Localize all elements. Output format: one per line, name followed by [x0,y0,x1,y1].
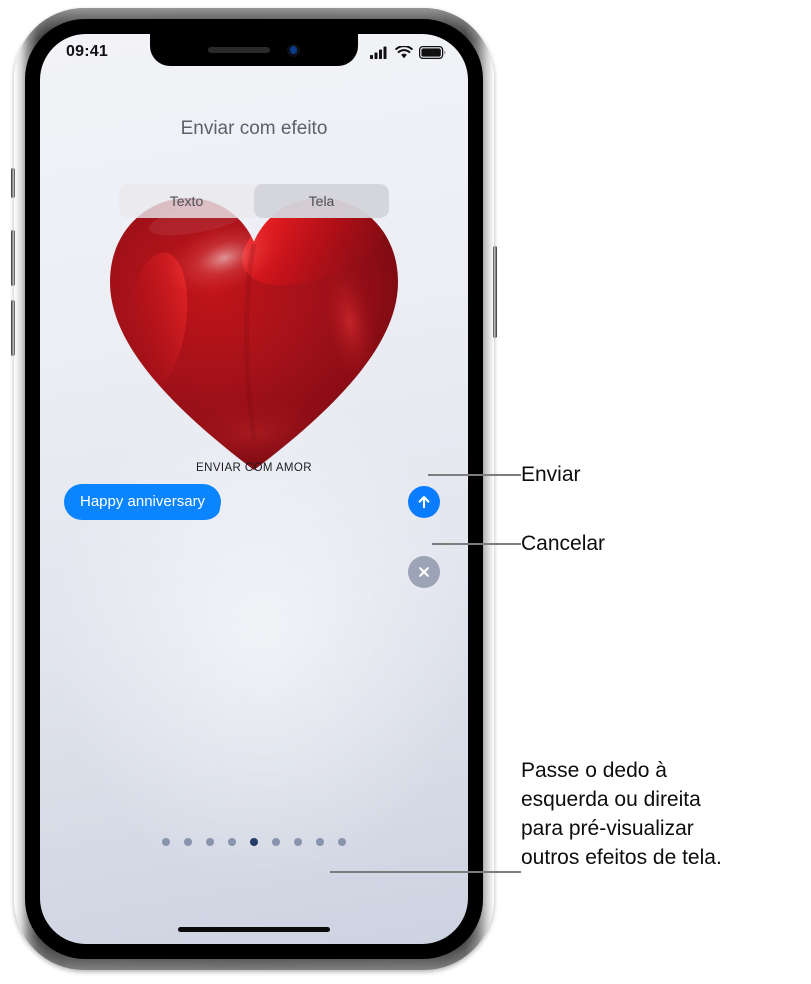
signal-bars-icon [370,46,387,59]
front-camera-icon [287,43,300,57]
callout-line-swipe [330,871,521,873]
message-preview-row: Happy anniversary [64,482,450,522]
home-indicator[interactable] [178,927,330,932]
device-screen: 09:41 Enviar com efeito Texto Tela ENVIA… [40,34,468,944]
volume-down-button[interactable] [11,300,15,356]
silent-switch-button[interactable] [11,168,15,198]
effect-page-dots[interactable] [162,838,346,846]
page-dot[interactable] [338,838,346,846]
page-dot[interactable] [162,838,170,846]
earpiece-speaker-icon [208,47,270,53]
page-dot[interactable] [184,838,192,846]
callout-line-cancel [432,543,521,545]
arrow-up-icon [418,496,430,509]
wifi-icon [395,45,413,58]
page-dot[interactable] [294,838,302,846]
page-dot[interactable] [316,838,324,846]
device-notch [150,34,358,66]
page-dot[interactable] [272,838,280,846]
page-dot[interactable] [206,838,214,846]
status-icons [370,45,446,59]
send-button[interactable] [408,486,440,518]
sheet-title: Enviar com efeito [180,118,328,139]
callout-label-cancel: Cancelar [521,532,606,555]
side-power-button[interactable] [493,246,497,338]
callout-label-send: Enviar [521,463,581,486]
iphone-device: 09:41 Enviar com efeito Texto Tela ENVIA… [11,8,497,970]
callout-label-swipe: Passe o dedo à esquerda ou direita para … [521,759,722,869]
page-dot-active[interactable] [250,838,258,846]
cancel-button[interactable] [408,556,440,588]
status-time: 09:41 [66,43,108,60]
page-dot[interactable] [228,838,236,846]
volume-up-button[interactable] [11,230,15,286]
segment-texto[interactable]: Texto [119,184,254,218]
battery-full-icon [419,45,446,59]
segment-tela[interactable]: Tela [254,184,389,218]
message-bubble: Happy anniversary [64,484,222,520]
close-x-icon [419,567,429,577]
callout-line-send [428,474,521,476]
effect-type-segmented-control[interactable]: Texto Tela [119,184,389,218]
effect-name-label: ENVIAR COM AMOR [196,462,312,474]
